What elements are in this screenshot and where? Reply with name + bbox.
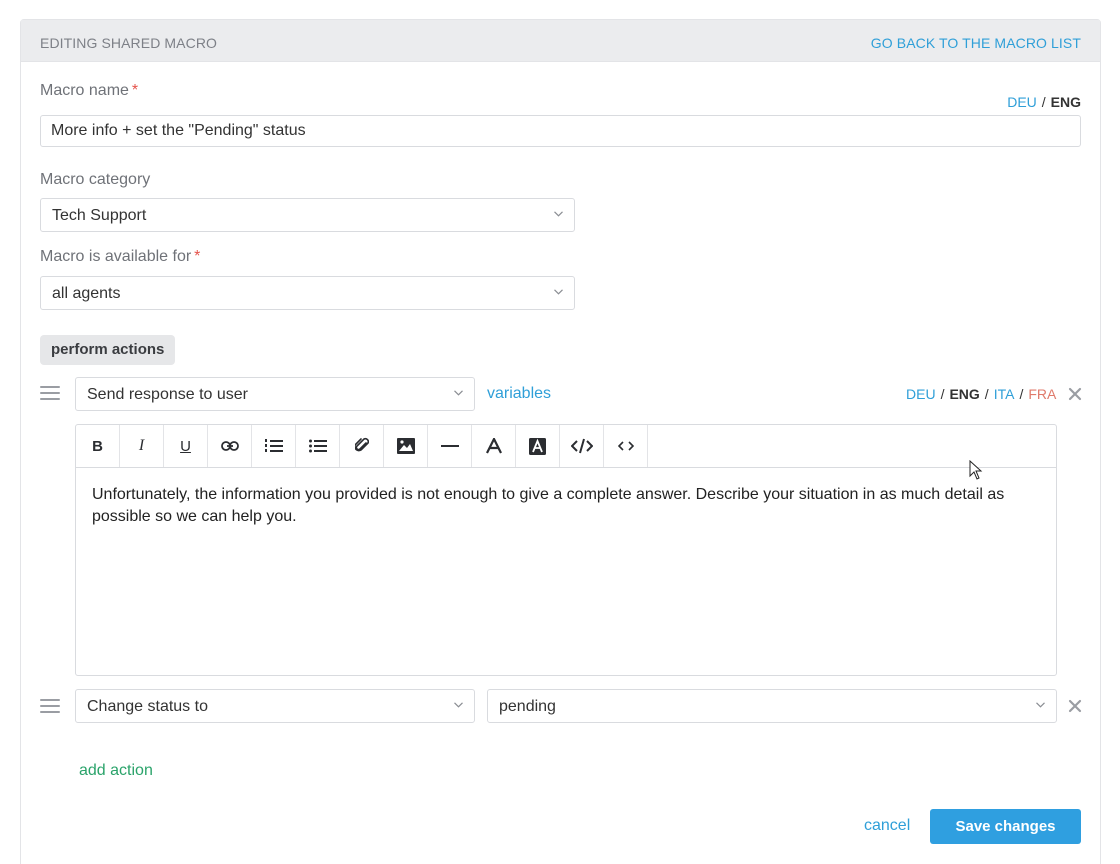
lang-eng[interactable]: ENG bbox=[949, 386, 979, 402]
status-value: pending bbox=[499, 698, 556, 715]
macro-editor-panel: EDITING SHARED MACRO GO BACK TO THE MACR… bbox=[20, 19, 1101, 864]
remove-action-2-close-icon[interactable] bbox=[1068, 699, 1082, 713]
underline-icon-glyph: U bbox=[180, 437, 191, 455]
panel-header: EDITING SHARED MACRO GO BACK TO THE MACR… bbox=[21, 20, 1100, 62]
chevron-down-icon bbox=[554, 289, 563, 297]
source-icon[interactable] bbox=[604, 425, 648, 467]
action-1-type-value: Send response to user bbox=[87, 386, 248, 403]
cancel-link[interactable]: cancel bbox=[864, 817, 910, 835]
lang-ita[interactable]: ITA bbox=[994, 386, 1015, 402]
italic-icon-glyph: I bbox=[138, 437, 145, 454]
attachment-icon[interactable] bbox=[340, 425, 384, 467]
horizontal-rule-icon[interactable] bbox=[428, 425, 472, 467]
chevron-down-icon bbox=[1036, 702, 1045, 710]
lang-fra[interactable]: FRA bbox=[1028, 386, 1056, 402]
lang-separator: / bbox=[984, 386, 989, 402]
macro-category-value: Tech Support bbox=[52, 207, 147, 224]
macro-category-label: Macro category bbox=[40, 171, 151, 188]
save-changes-button[interactable]: Save changes bbox=[930, 809, 1081, 844]
variables-link[interactable]: variables bbox=[487, 385, 551, 403]
editor-toolbar: B I U bbox=[76, 425, 1056, 468]
image-icon[interactable] bbox=[384, 425, 428, 467]
italic-icon[interactable]: I bbox=[120, 425, 164, 467]
action-1-language-switch: DEU / ENG / ITA / FRA bbox=[906, 386, 1056, 402]
availability-label: Macro is available for * bbox=[40, 248, 200, 266]
availability-label-text: Macro is available for bbox=[40, 248, 192, 265]
required-mark: * bbox=[194, 248, 201, 265]
chevron-down-icon bbox=[454, 390, 463, 398]
add-action-link[interactable]: add action bbox=[79, 762, 153, 780]
macro-category-select[interactable]: Tech Support bbox=[40, 198, 575, 232]
drag-handle-icon[interactable] bbox=[40, 699, 60, 715]
editor-content[interactable]: Unfortunately, the information you provi… bbox=[92, 484, 1034, 528]
action-2-type-value: Change status to bbox=[87, 698, 208, 715]
availability-select[interactable]: all agents bbox=[40, 276, 575, 310]
perform-actions-pill: perform actions bbox=[40, 335, 176, 365]
text-background-icon[interactable] bbox=[516, 425, 560, 467]
ordered-list-icon[interactable] bbox=[252, 425, 296, 467]
code-icon[interactable] bbox=[560, 425, 604, 467]
chevron-down-icon bbox=[454, 702, 463, 710]
macro-name-label: Macro name * bbox=[40, 82, 138, 100]
macro-name-input[interactable] bbox=[40, 115, 1081, 147]
lang-separator: / bbox=[1019, 386, 1024, 402]
status-value-select[interactable]: pending bbox=[487, 689, 1057, 723]
response-editor: B I U Unfortunately, the information you… bbox=[75, 424, 1057, 676]
bullet-list-icon[interactable] bbox=[296, 425, 340, 467]
lang-deu[interactable]: DEU bbox=[1007, 94, 1037, 110]
back-to-macro-list-link[interactable]: GO BACK TO THE MACRO LIST bbox=[871, 35, 1081, 51]
bold-icon[interactable]: B bbox=[76, 425, 120, 467]
macro-name-language-switch: DEU / ENG bbox=[1007, 94, 1081, 110]
panel-title: EDITING SHARED MACRO bbox=[40, 35, 218, 51]
action-1-type-select[interactable]: Send response to user bbox=[75, 377, 475, 411]
chevron-down-icon bbox=[554, 211, 563, 219]
underline-icon[interactable]: U bbox=[164, 425, 208, 467]
action-2-type-select[interactable]: Change status to bbox=[75, 689, 475, 723]
font-icon[interactable] bbox=[472, 425, 516, 467]
availability-value: all agents bbox=[52, 285, 121, 302]
required-mark: * bbox=[131, 82, 139, 99]
bold-icon-glyph: B bbox=[92, 437, 103, 455]
lang-separator: / bbox=[940, 386, 945, 402]
macro-name-label-text: Macro name bbox=[40, 82, 129, 99]
remove-action-1-close-icon[interactable] bbox=[1068, 387, 1082, 401]
lang-separator: / bbox=[1041, 94, 1046, 110]
lang-eng[interactable]: ENG bbox=[1051, 94, 1081, 110]
link-icon[interactable] bbox=[208, 425, 252, 467]
lang-deu[interactable]: DEU bbox=[906, 386, 936, 402]
mouse-cursor-icon bbox=[969, 459, 983, 480]
drag-handle-icon[interactable] bbox=[40, 386, 60, 402]
